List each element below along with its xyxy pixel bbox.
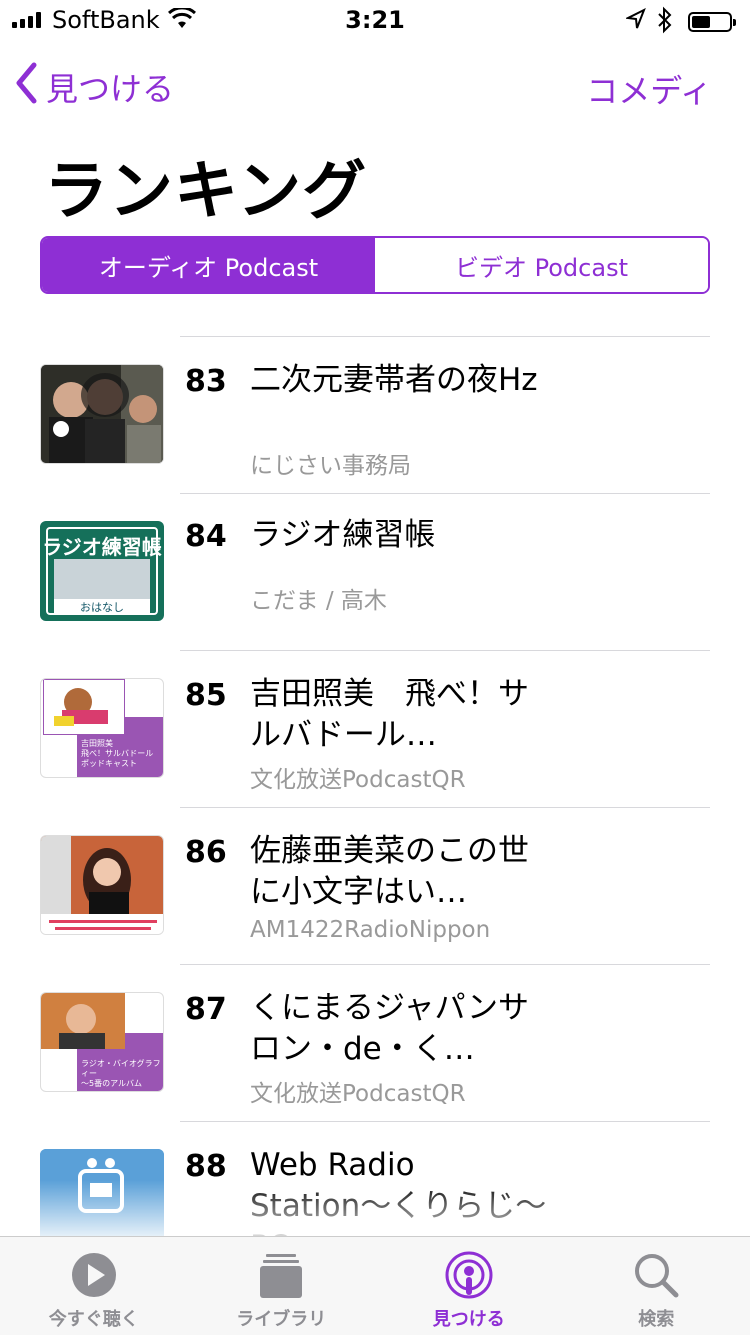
chevron-left-icon bbox=[14, 62, 38, 112]
podcast-artwork bbox=[40, 835, 164, 935]
row-separator bbox=[180, 650, 710, 651]
ranking-list: 83 二次元妻帯者の夜Hz にじさい事務局 ラジオ練習帳 おはなし 84 ラジオ… bbox=[0, 336, 750, 1278]
list-fade bbox=[0, 1180, 750, 1240]
row-separator bbox=[180, 336, 710, 337]
search-icon bbox=[630, 1251, 682, 1299]
podcast-title: 二次元妻帯者の夜Hz bbox=[250, 360, 550, 401]
ranking-row[interactable]: 83 二次元妻帯者の夜Hz にじさい事務局 bbox=[0, 336, 750, 493]
rank-number: 86 bbox=[185, 835, 227, 870]
artwork-text-1: 吉田照美 bbox=[81, 739, 161, 749]
podcast-author: 文化放送PodcastQR bbox=[250, 1074, 466, 1108]
podcast-title: 吉田照美 飛べ！サルバドール… bbox=[250, 674, 550, 756]
library-stack-icon bbox=[255, 1251, 307, 1299]
rank-number: 88 bbox=[185, 1149, 227, 1184]
rank-number: 85 bbox=[185, 678, 227, 713]
podcast-artwork: ラジオ・バイオグラフィー 〜5番のアルバム bbox=[40, 992, 164, 1092]
media-type-segmented-control: オーディオ Podcast ビデオ Podcast bbox=[40, 236, 710, 294]
podcast-title: 佐藤亜美菜のこの世に小文字はい… bbox=[250, 831, 550, 913]
row-separator bbox=[180, 964, 710, 965]
podcast-title: ラジオ練習帳 bbox=[250, 515, 550, 556]
bluetooth-icon bbox=[656, 6, 674, 38]
tab-label: 検索 bbox=[638, 1305, 674, 1331]
tab-label: ライブラリ bbox=[236, 1305, 326, 1331]
status-bar: SoftBank 3:21 bbox=[0, 0, 750, 40]
rank-number: 87 bbox=[185, 992, 227, 1027]
artwork-text-1: ラジオ・バイオグラフィー bbox=[81, 1059, 163, 1079]
segment-video-podcast[interactable]: ビデオ Podcast bbox=[375, 238, 708, 292]
battery-icon bbox=[688, 12, 732, 32]
tab-library[interactable]: ライブラリ bbox=[188, 1237, 376, 1335]
rank-number: 84 bbox=[185, 519, 227, 554]
podcast-author: AM1422RadioNippon bbox=[250, 917, 490, 943]
tab-listen-now[interactable]: 今すぐ聴く bbox=[0, 1237, 188, 1335]
ranking-row[interactable]: 吉田照美 飛べ！サルバドール ポッドキャスト 85 吉田照美 飛べ！サルバドール… bbox=[0, 650, 750, 807]
tab-bar: 今すぐ聴く ライブラリ 見つける 検索 bbox=[0, 1236, 750, 1335]
tab-browse[interactable]: 見つける bbox=[375, 1237, 563, 1335]
ranking-row[interactable]: ラジオ・バイオグラフィー 〜5番のアルバム 87 くにまるジャパンサロン・de・… bbox=[0, 964, 750, 1121]
location-arrow-icon bbox=[626, 8, 646, 34]
podcast-artwork: ラジオ練習帳 おはなし bbox=[40, 521, 164, 621]
podcast-icon bbox=[443, 1251, 495, 1299]
back-label: 見つける bbox=[46, 64, 174, 110]
play-circle-icon bbox=[68, 1251, 120, 1299]
podcast-author: にじさい事務局 bbox=[250, 446, 411, 480]
artwork-subtitle: おはなし bbox=[54, 599, 150, 615]
podcast-author: こだま / 高木 bbox=[250, 581, 387, 615]
artwork-title: ラジオ練習帳 bbox=[40, 531, 164, 560]
podcast-artwork bbox=[40, 364, 164, 464]
tab-label: 今すぐ聴く bbox=[49, 1305, 139, 1331]
podcast-title: くにまるジャパンサロン・de・く… bbox=[250, 988, 550, 1070]
segment-audio-podcast[interactable]: オーディオ Podcast bbox=[42, 238, 375, 292]
back-button[interactable]: 見つける bbox=[14, 62, 174, 112]
podcast-artwork: 吉田照美 飛べ！サルバドール ポッドキャスト bbox=[40, 678, 164, 778]
ranking-row[interactable]: ラジオ練習帳 おはなし 84 ラジオ練習帳 こだま / 高木 bbox=[0, 493, 750, 650]
artwork-text-2: 〜5番のアルバム bbox=[81, 1079, 163, 1089]
artwork-text-3: ポッドキャスト bbox=[81, 759, 161, 769]
tab-search[interactable]: 検索 bbox=[563, 1237, 750, 1335]
row-separator bbox=[180, 493, 710, 494]
category-button[interactable]: コメディ bbox=[586, 66, 712, 112]
podcast-author: 文化放送PodcastQR bbox=[250, 760, 466, 794]
ranking-row[interactable]: 86 佐藤亜美菜のこの世に小文字はい… AM1422RadioNippon bbox=[0, 807, 750, 964]
row-separator bbox=[180, 1121, 710, 1122]
row-separator bbox=[180, 807, 710, 808]
artwork-text-2: 飛べ！サルバドール bbox=[81, 749, 161, 759]
tab-label: 見つける bbox=[433, 1305, 505, 1331]
rank-number: 83 bbox=[185, 364, 227, 399]
page-title: ランキング bbox=[44, 140, 367, 232]
